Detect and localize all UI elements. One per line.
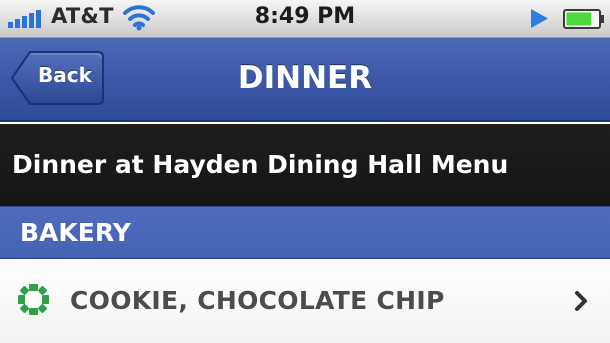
status-bar: AT&T 8:49 PM (0, 0, 610, 38)
section-header-bakery: BAKERY (0, 206, 610, 259)
menu-header: Dinner at Hayden Dining Hall Menu (0, 124, 610, 206)
play-icon (531, 9, 548, 28)
navigation-bar: Back DINNER (0, 38, 610, 122)
list-item-label: COOKIE, CHOCOLATE CHIP (70, 286, 445, 315)
veggie-badge-icon (18, 284, 49, 315)
section-title: BAKERY (20, 218, 131, 247)
page-title: DINNER (237, 60, 373, 96)
list-item[interactable]: COOKIE, CHOCOLATE CHIP (0, 259, 610, 343)
battery-icon (563, 9, 604, 29)
menu-header-title: Dinner at Hayden Dining Hall Menu (12, 150, 509, 179)
app-screen: AT&T 8:49 PM Back DINNER Dinner at Hayde… (0, 0, 610, 343)
status-clock: 8:49 PM (254, 4, 356, 29)
chevron-right-icon (575, 291, 587, 311)
